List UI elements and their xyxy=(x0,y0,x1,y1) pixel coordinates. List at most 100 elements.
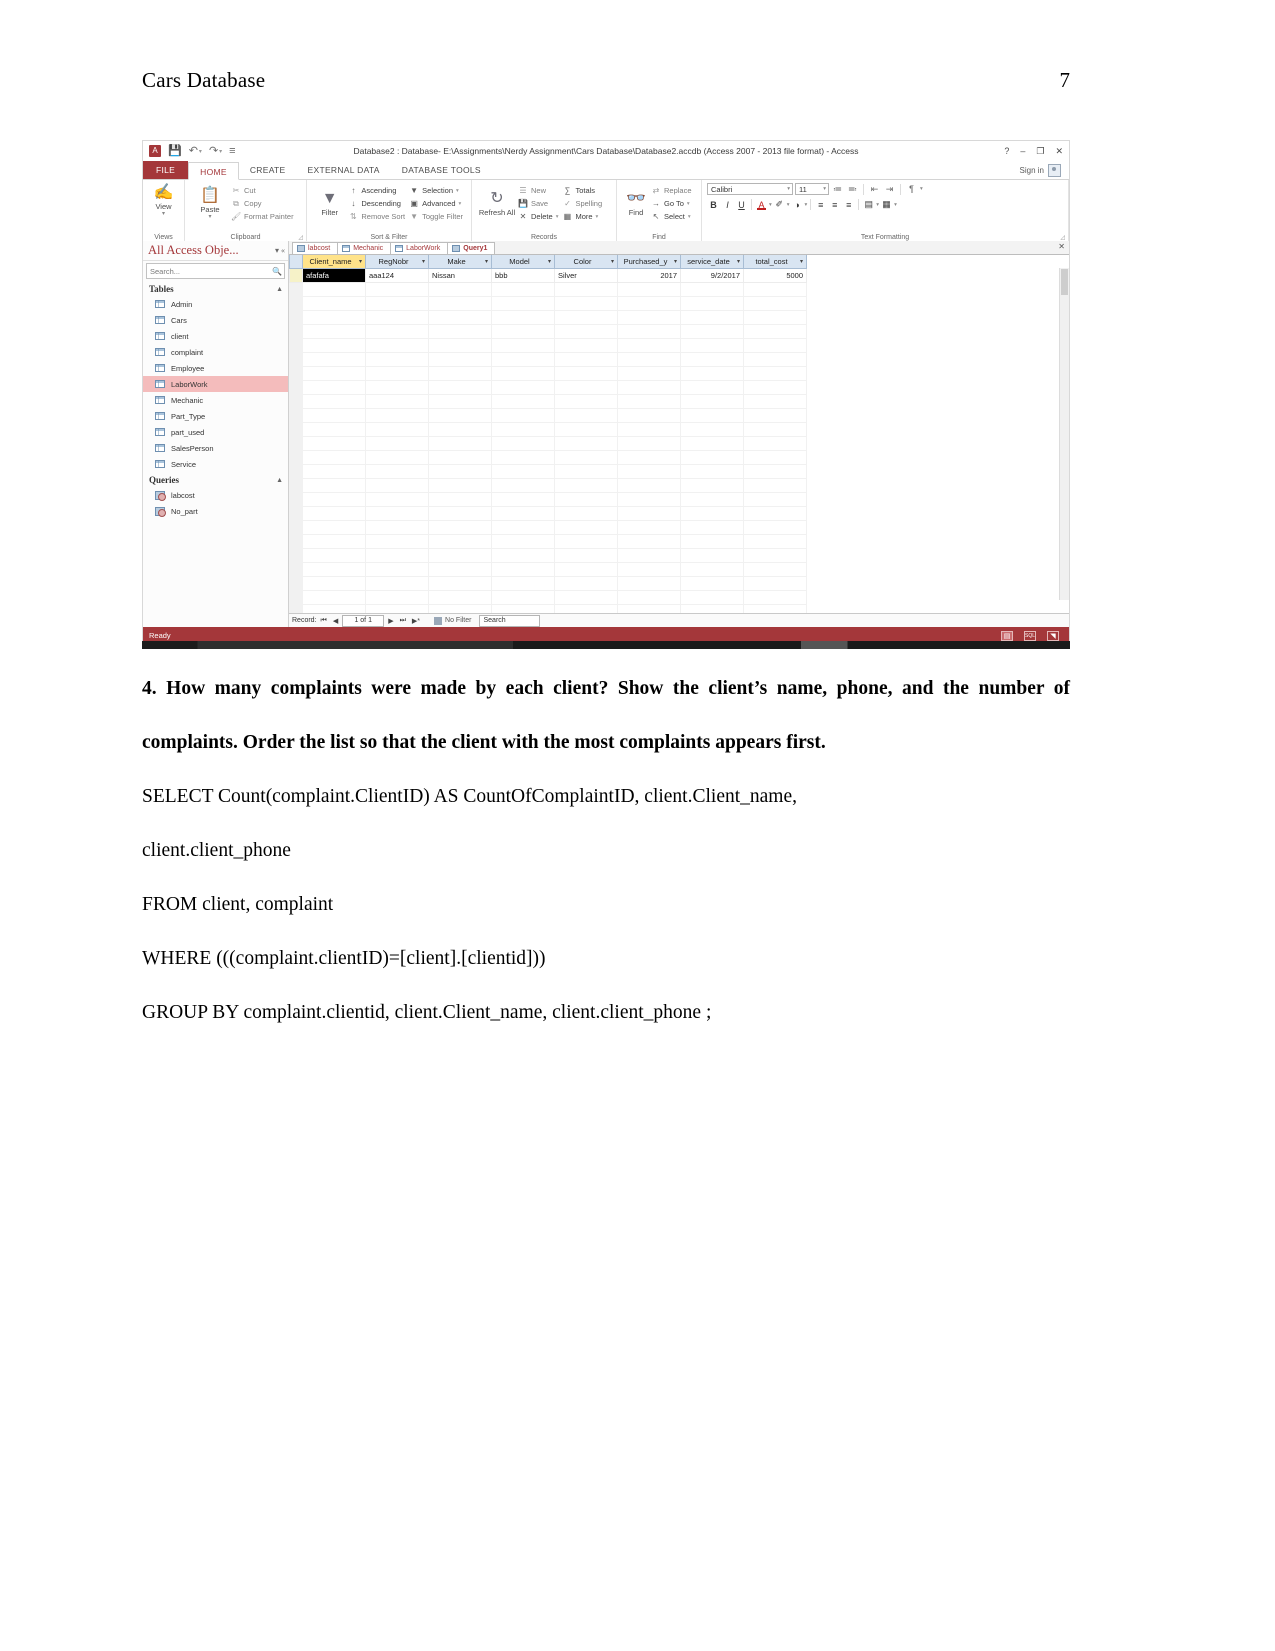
sign-in-control[interactable]: Sign in xyxy=(1020,164,1061,177)
selection-button[interactable]: ▼ Selection ▾ xyxy=(408,184,466,197)
cell-purchased-y[interactable]: 2017 xyxy=(617,268,681,283)
select-all-corner[interactable] xyxy=(289,255,303,269)
first-record-button[interactable]: ⏮ xyxy=(319,617,329,625)
select-dropdown-icon[interactable]: ▾ xyxy=(688,214,691,220)
chevron-down-icon[interactable]: ▾ xyxy=(800,258,803,265)
view-button[interactable]: ✍ View ▾ xyxy=(148,182,179,217)
new-record-button[interactable]: ☰ New xyxy=(517,184,561,197)
text-direction-icon[interactable]: ¶ xyxy=(905,183,918,195)
cell-make[interactable]: Nissan xyxy=(428,268,492,283)
previous-record-button[interactable]: ◀ xyxy=(331,617,340,625)
copy-button[interactable]: ⧉ Copy xyxy=(230,197,297,210)
sidebar-item-service[interactable]: Service xyxy=(143,456,288,472)
chevron-down-icon[interactable]: ▾ xyxy=(359,258,362,265)
sql-view-button[interactable]: SQL xyxy=(1024,630,1036,641)
chevron-down-icon[interactable]: ▾ xyxy=(737,258,740,265)
column-header-service-date[interactable]: service_date ▾ xyxy=(680,255,744,269)
bullets-icon[interactable]: ≔ xyxy=(831,183,844,195)
text-direction-dropdown-icon[interactable]: ▾ xyxy=(920,186,923,192)
chevron-down-icon[interactable]: ▾ xyxy=(674,258,677,265)
clipboard-dialog-launcher-icon[interactable]: ◿ xyxy=(298,234,303,241)
refresh-all-button[interactable]: ↻ Refresh All xyxy=(477,188,517,217)
font-size-dropdown-icon[interactable]: ▾ xyxy=(823,186,826,192)
cell-client-name[interactable]: afafafa xyxy=(302,268,366,283)
font-name-combobox[interactable]: Calibri ▾ xyxy=(707,183,793,195)
row-selector[interactable] xyxy=(289,268,303,283)
align-left-icon[interactable]: ≡ xyxy=(814,198,827,211)
record-position-input[interactable]: 1 of 1 xyxy=(342,614,385,627)
undo-icon[interactable]: ↶ xyxy=(189,145,198,157)
font-size-combobox[interactable]: 11 ▾ xyxy=(795,183,829,195)
chevron-down-icon[interactable]: ▾ xyxy=(611,258,614,265)
next-record-button[interactable]: ▶ xyxy=(386,617,395,625)
sidebar-item-labcost[interactable]: labcost xyxy=(143,487,288,503)
cell-model[interactable]: bbb xyxy=(491,268,555,283)
numbering-icon[interactable]: ≕ xyxy=(846,183,859,195)
italic-button[interactable]: I xyxy=(721,198,734,211)
datasheet-view-button[interactable]: ▤ xyxy=(1001,630,1013,641)
bold-button[interactable]: B xyxy=(707,198,720,211)
more-button[interactable]: ▦ More ▾ xyxy=(561,210,605,223)
advanced-dropdown-icon[interactable]: ▾ xyxy=(459,201,462,207)
tab-external-data[interactable]: EXTERNAL DATA xyxy=(297,161,391,179)
column-header-regnobr[interactable]: RegNobr ▾ xyxy=(365,255,429,269)
restore-button[interactable]: ❐ xyxy=(1036,146,1044,157)
tab-home[interactable]: HOME xyxy=(188,162,239,180)
sidebar-item-salesperson[interactable]: SalesPerson xyxy=(143,440,288,456)
cell-total-cost[interactable]: 5000 xyxy=(743,268,807,283)
search-icon[interactable]: 🔍 xyxy=(272,267,282,276)
font-name-dropdown-icon[interactable]: ▾ xyxy=(787,186,790,192)
cell-service-date[interactable]: 9/2/2017 xyxy=(680,268,744,283)
nav-group-tables[interactable]: Tables ▲ xyxy=(143,281,288,296)
navigation-pane-collapse-icon[interactable]: « xyxy=(281,246,285,255)
sidebar-item-mechanic[interactable]: Mechanic xyxy=(143,392,288,408)
undo-dropdown-icon[interactable]: ▾ xyxy=(199,148,202,155)
save-icon[interactable]: 💾 xyxy=(168,145,182,157)
sidebar-item-part-type[interactable]: Part_Type xyxy=(143,408,288,424)
close-button[interactable]: ✕ xyxy=(1055,146,1063,157)
tab-laborwork[interactable]: LaborWork xyxy=(390,242,449,254)
spelling-button[interactable]: ✓ Spelling xyxy=(561,197,605,210)
selection-dropdown-icon[interactable]: ▾ xyxy=(456,188,459,194)
replace-button[interactable]: ⇄ Replace xyxy=(650,184,695,197)
vertical-scrollbar[interactable] xyxy=(1059,268,1069,600)
sidebar-item-cars[interactable]: Cars xyxy=(143,312,288,328)
chevron-up-icon[interactable]: ▲ xyxy=(276,285,283,293)
chevron-down-icon[interactable]: ▾ xyxy=(422,258,425,265)
datasheet-search-input[interactable]: Search xyxy=(479,614,541,627)
datasheet-grid[interactable]: Client_name ▾ RegNobr ▾ Make ▾ Model ▾ C… xyxy=(289,255,1069,613)
table-row[interactable]: afafafa aaa124 Nissan bbb Silver 2017 9/… xyxy=(289,268,1069,283)
cut-button[interactable]: ✂ Cut xyxy=(230,184,297,197)
highlight-icon[interactable]: ✐ xyxy=(773,198,786,211)
paste-button[interactable]: 📋 Paste ▾ xyxy=(190,185,230,220)
cell-regnobr[interactable]: aaa124 xyxy=(365,268,429,283)
gridlines-dropdown-icon[interactable]: ▾ xyxy=(894,202,897,208)
align-center-icon[interactable]: ≡ xyxy=(828,198,841,211)
gridlines-icon[interactable]: ▦ xyxy=(880,198,893,211)
chevron-down-icon[interactable]: ▾ xyxy=(485,258,488,265)
column-header-color[interactable]: Color ▾ xyxy=(554,255,618,269)
help-button[interactable]: ? xyxy=(1004,146,1009,156)
advanced-button[interactable]: ▣ Advanced ▾ xyxy=(408,197,466,210)
tab-file[interactable]: FILE xyxy=(143,161,189,179)
datasheet-format-dropdown-icon[interactable]: ▾ xyxy=(876,202,879,208)
design-view-button[interactable]: ◥ xyxy=(1047,630,1059,641)
format-painter-button[interactable]: 🖌 Format Painter xyxy=(230,210,297,223)
chevron-down-icon[interactable]: ▾ xyxy=(548,258,551,265)
sidebar-item-complaint[interactable]: complaint xyxy=(143,344,288,360)
go-to-button[interactable]: → Go To ▾ xyxy=(650,197,695,210)
find-button[interactable]: 👓 Find xyxy=(622,188,650,217)
column-header-client-name[interactable]: Client_name ▾ xyxy=(302,255,366,269)
filter-status[interactable]: No Filter xyxy=(434,616,471,625)
tab-query1[interactable]: Query1 xyxy=(447,242,496,254)
chevron-up-icon[interactable]: ▲ xyxy=(276,476,283,484)
navigation-pane-menu-icon[interactable]: ▾ xyxy=(275,246,279,255)
tab-mechanic[interactable]: Mechanic xyxy=(337,242,392,254)
font-color-icon[interactable]: A xyxy=(755,198,768,211)
nav-group-queries[interactable]: Queries ▲ xyxy=(143,472,288,487)
sidebar-item-client[interactable]: client xyxy=(143,328,288,344)
sidebar-item-no-part[interactable]: No_part xyxy=(143,503,288,519)
tab-database-tools[interactable]: DATABASE TOOLS xyxy=(391,161,492,179)
navigation-search-input[interactable]: Search... 🔍 xyxy=(146,263,285,279)
more-dropdown-icon[interactable]: ▾ xyxy=(596,214,599,220)
